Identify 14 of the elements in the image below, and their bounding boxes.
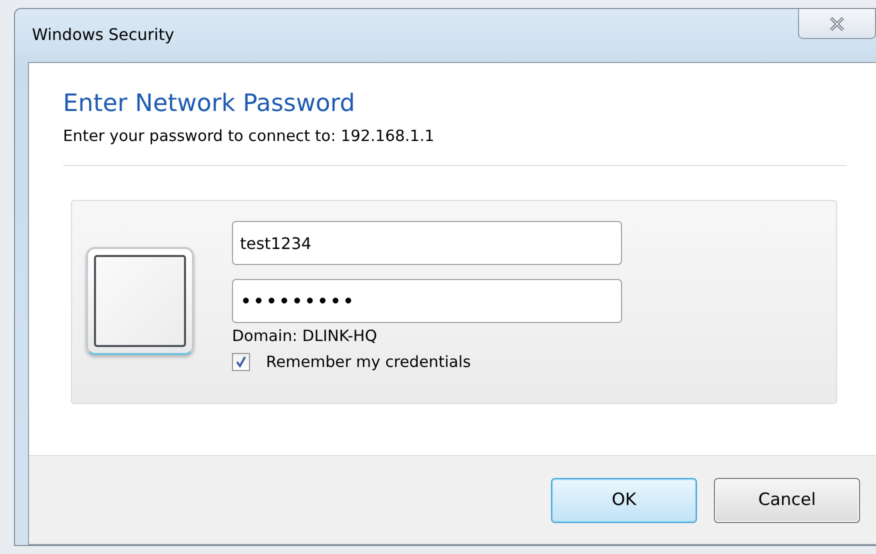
ok-button[interactable]: OK xyxy=(551,478,697,522)
remember-checkbox[interactable] xyxy=(232,353,250,371)
close-icon xyxy=(828,16,846,32)
domain-label: Domain: DLINK-HQ xyxy=(232,327,378,345)
close-button[interactable] xyxy=(798,9,876,39)
user-tile-icon xyxy=(86,247,194,355)
window-title: Windows Security xyxy=(32,25,174,44)
password-field[interactable]: ••••••••• xyxy=(232,279,622,323)
checkmark-icon xyxy=(235,356,247,368)
remember-label: Remember my credentials xyxy=(266,353,471,371)
dialog-heading: Enter Network Password xyxy=(63,89,356,117)
dialog-subtitle: Enter your password to connect to: 192.168.1.1 xyxy=(63,127,436,145)
cancel-button[interactable]: Cancel xyxy=(714,478,860,522)
username-field[interactable]: test1234 xyxy=(232,221,622,265)
